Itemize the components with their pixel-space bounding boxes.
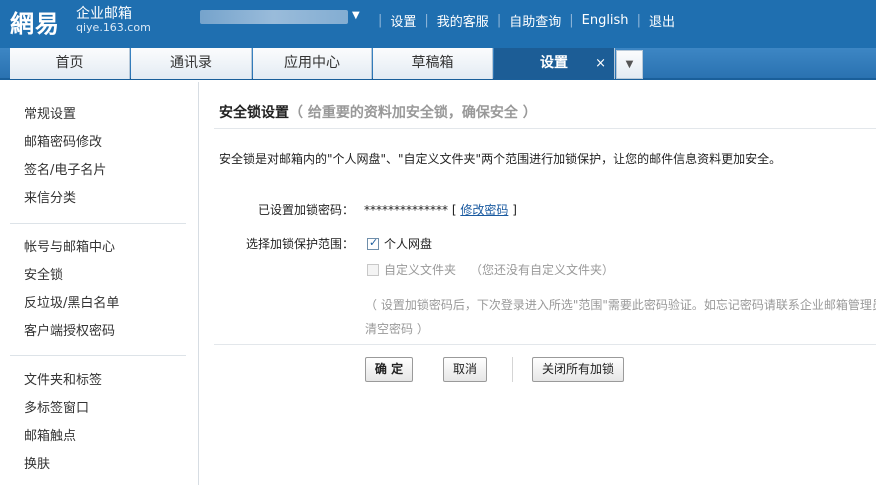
sidebar-divider <box>10 355 186 356</box>
logo-domain: qiye.163.com <box>76 21 151 34</box>
password-label: 已设置加锁密码： <box>257 203 354 217</box>
custom-folder-label: 自定义文件夹 <box>384 263 457 277</box>
nav-divider: | <box>424 13 429 28</box>
netease-logo[interactable]: 網易 <box>10 4 60 39</box>
page-title: 安全锁设置（ 给重要的资料加安全锁，确保安全 ） <box>219 102 537 122</box>
settings-sidebar: 常规设置 邮箱密码修改 签名/电子名片 来信分类 帐号与邮箱中心 安全锁 反垃圾… <box>0 82 199 485</box>
bracket-open: [ <box>451 203 457 217</box>
divider <box>214 344 876 345</box>
password-row: ************** [ 修改密码 ] <box>364 201 517 218</box>
cancel-button[interactable]: 取消 <box>443 357 487 382</box>
personal-drive-checkbox[interactable] <box>367 236 379 250</box>
nav-divider: | <box>636 13 641 28</box>
account-name-redacted[interactable] <box>200 10 348 24</box>
sidebar-item-mail-filter[interactable]: 来信分类 <box>10 185 186 213</box>
page-title-note: （ 给重要的资料加安全锁，确保安全 ） <box>289 105 537 121</box>
close-icon[interactable]: × <box>595 48 606 79</box>
nav-english-link[interactable]: English <box>582 13 629 28</box>
sidebar-group-account: 帐号与邮箱中心 安全锁 反垃圾/黑白名单 客户端授权密码 <box>10 234 186 346</box>
sidebar-item-mail-touch[interactable]: 邮箱触点 <box>10 423 186 451</box>
button-divider <box>512 357 513 382</box>
sidebar-item-multi-tab[interactable]: 多标签窗口 <box>10 395 186 423</box>
sidebar-divider <box>10 223 186 224</box>
sidebar-group-misc: 文件夹和标签 多标签窗口 邮箱触点 换肤 <box>10 367 186 479</box>
option-custom-folder: 自定义文件夹 （您还没有自定义文件夹） <box>367 261 614 278</box>
sidebar-item-signature[interactable]: 签名/电子名片 <box>10 157 186 185</box>
scope-label: 选择加锁保护范围： <box>245 237 354 251</box>
tab-app-center[interactable]: 应用中心 <box>253 48 372 79</box>
personal-drive-label: 个人网盘 <box>384 237 433 251</box>
tab-settings-label: 设置 <box>540 55 568 71</box>
sidebar-item-skin[interactable]: 换肤 <box>10 451 186 479</box>
change-password-link[interactable]: 修改密码 <box>460 203 508 217</box>
bracket-close: ] <box>512 203 517 217</box>
description-text: 安全锁是对邮箱内的"个人网盘"、"自定义文件夹"两个范围进行加锁保护，让您的邮件… <box>219 152 782 166</box>
top-nav: | 设置 | 我的客服 | 自助查询 | English | 退出 <box>370 11 675 30</box>
nav-divider: | <box>496 13 502 28</box>
confirm-button[interactable]: 确 定 <box>365 357 413 382</box>
tab-home[interactable]: 首页 <box>10 48 130 79</box>
tab-settings[interactable]: 设置 × <box>494 48 615 79</box>
sidebar-item-antispam[interactable]: 反垃圾/黑白名单 <box>10 290 186 318</box>
tab-more-chevron-icon[interactable]: ▼ <box>616 50 643 79</box>
note-text: （ 设置加锁密码后，下次登录进入所选"范围"需要此密码验证。如忘记密码请联系企业… <box>365 293 876 341</box>
sidebar-item-security-lock[interactable]: 安全锁 <box>10 262 186 290</box>
nav-self-service-link[interactable]: 自助查询 <box>509 11 561 30</box>
custom-folder-hint: （您还没有自定义文件夹） <box>470 263 615 277</box>
security-lock-panel: 安全锁设置（ 给重要的资料加安全锁，确保安全 ） 安全锁是对邮箱内的"个人网盘"… <box>200 82 876 485</box>
divider <box>214 128 876 129</box>
note-line-1: （ 设置加锁密码后，下次登录进入所选"范围"需要此密码验证。如忘记密码请联系企业… <box>365 298 876 312</box>
tab-contacts[interactable]: 通讯录 <box>131 48 252 79</box>
password-mask: ************** <box>364 203 448 217</box>
sidebar-item-folders-tags[interactable]: 文件夹和标签 <box>10 367 186 395</box>
nav-support-link[interactable]: 我的客服 <box>437 11 489 30</box>
tab-drafts[interactable]: 草稿箱 <box>373 48 493 79</box>
page-title-text: 安全锁设置 <box>219 105 289 121</box>
logo-product-name: 企业邮箱 <box>76 6 132 22</box>
tab-bar: 首页 通讯录 应用中心 草稿箱 设置 × ▼ <box>0 48 876 80</box>
sidebar-item-client-auth[interactable]: 客户端授权密码 <box>10 318 186 346</box>
option-personal-drive[interactable]: 个人网盘 <box>367 235 432 252</box>
nav-divider: | <box>569 13 574 28</box>
nav-divider: | <box>378 13 383 28</box>
nav-logout-link[interactable]: 退出 <box>649 11 675 30</box>
sidebar-group-general: 常规设置 邮箱密码修改 签名/电子名片 来信分类 <box>10 101 186 213</box>
sidebar-item-general[interactable]: 常规设置 <box>10 101 186 129</box>
note-line-2: 清空密码 ） <box>365 322 429 336</box>
custom-folder-checkbox <box>367 264 379 276</box>
chevron-down-icon[interactable]: ▼ <box>352 10 360 21</box>
nav-settings-link[interactable]: 设置 <box>390 11 416 30</box>
sidebar-item-password[interactable]: 邮箱密码修改 <box>10 129 186 157</box>
close-all-locks-button[interactable]: 关闭所有加锁 <box>532 357 624 382</box>
sidebar-item-account-center[interactable]: 帐号与邮箱中心 <box>10 234 186 262</box>
top-header: 網易 企业邮箱 qiye.163.com ▼ | 设置 | 我的客服 | 自助查… <box>0 0 876 48</box>
